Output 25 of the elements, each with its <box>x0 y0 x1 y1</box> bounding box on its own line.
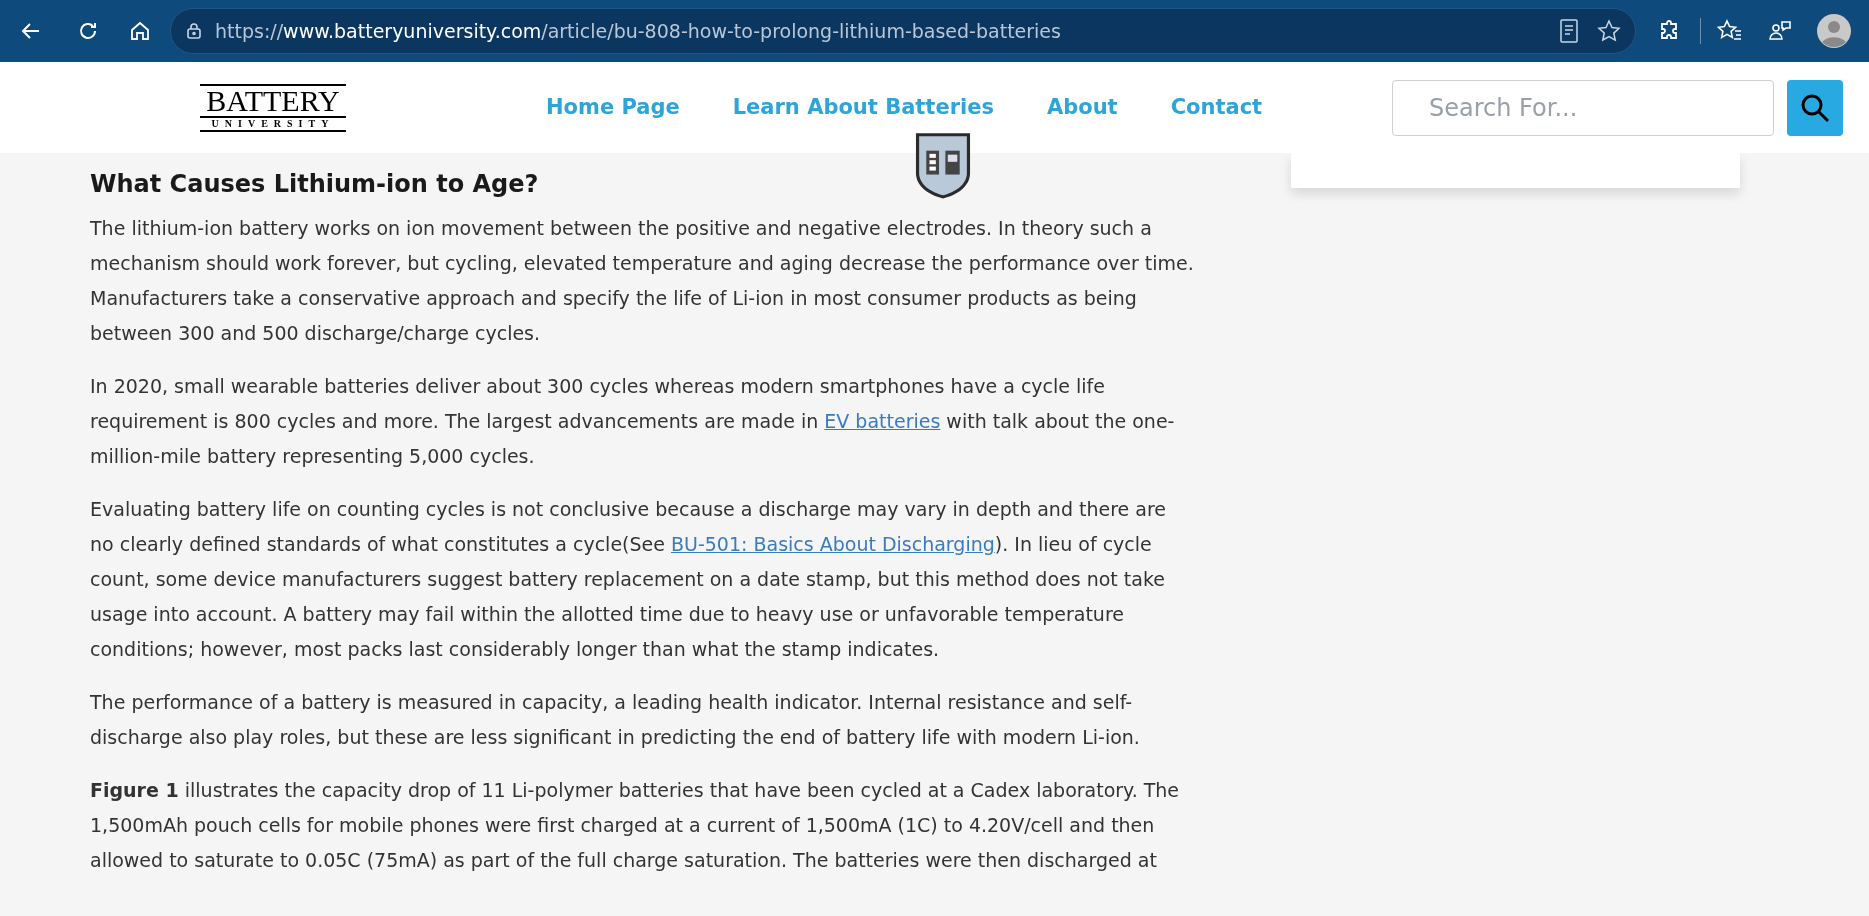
body-paragraph: The performance of a battery is measured in capacity, a leading health indicator. Internal resistance and self-discharge also play roles, but these are less significant in predicting the end of battery life with modern Li-ion. <box>90 690 1141 750</box>
article-link[interactable]: EV batteries <box>824 410 941 432</box>
body-paragraph: In 2020, small wearable batteries deliver about 300 cycles whereas modern smartphones have a cycle life requirement is 800 cycles and more. The largest advancements are made in EV batteries with talk about the one-million-mile battery representing 5,000 cycles. <box>90 374 1176 469</box>
article-heading: What Causes Lithium-ion to Age? <box>90 169 539 200</box>
nav-link[interactable]: Contact <box>1170 91 1263 124</box>
search-icon <box>1800 92 1830 123</box>
article-link[interactable]: BU-501: Basics About Discharging <box>670 533 995 555</box>
feedback-icon[interactable] <box>1767 19 1793 43</box>
battery-university-logo[interactable]: BATTERY UNIVERSITY <box>200 83 346 132</box>
body-paragraph: Figure 1 illustrates the capacity drop of 11 Li-polymer batteries that have been cycled at a Cadex laboratory. The 1,500mAh pouch cells for mobile phones were first charged at a current of 1,500mA (1C) to 4.20V/cell and then allowed to saturate to 0.05C (75mA) as part of the full charge saturation. The batteries were then discharged at <box>90 778 1181 873</box>
url-text: https://www.batteryuniversity.com/article/bu-808-how-to-prolong-lithium-based-batteries <box>215 18 1061 44</box>
reader-view-icon[interactable] <box>1559 19 1579 43</box>
search-field[interactable]: Search For... <box>1392 79 1774 136</box>
address-bar[interactable]: https://www.batteryuniversity.com/article/bu-808-how-to-prolong-lithium-based-batteries <box>170 8 1636 54</box>
home-icon[interactable] <box>128 19 152 43</box>
profile-avatar-icon[interactable] <box>1817 14 1851 48</box>
nav-link[interactable]: Learn About Batteries <box>732 91 994 124</box>
body-paragraph: Evaluating battery life on counting cycles is not conclusive because a discharge may vary in depth and there are no clearly defined standards of what constitutes a cycle(See BU-501: Basics About Discharging). In lieu of cycle count, some device manufacturers suggest battery replacement on a date stamp, but this method does not take usage into account. A battery may fail within the allotted time due to heavy use or unfavorable temperature conditions; however, most packs last considerably longer than what the stamp indicates. <box>90 497 1168 662</box>
lock-icon <box>185 22 203 40</box>
star-icon[interactable] <box>1597 19 1621 43</box>
search-button[interactable] <box>1787 79 1843 136</box>
body-paragraph: The lithium-ion battery works on ion movement between the positive and negative electrodes. In theory such a mechanism should work forever, but cycling, elevated temperature and aging decrease the performance over time. Manufacturers take a conservative approach and specify the life of Li-ion in most consumer products as being between 300 and 500 discharge/charge cycles. <box>90 216 1195 346</box>
favorites-icon[interactable] <box>1717 19 1743 43</box>
nav-link[interactable]: About <box>1046 91 1118 124</box>
nav-link[interactable]: Home Page <box>546 91 680 124</box>
